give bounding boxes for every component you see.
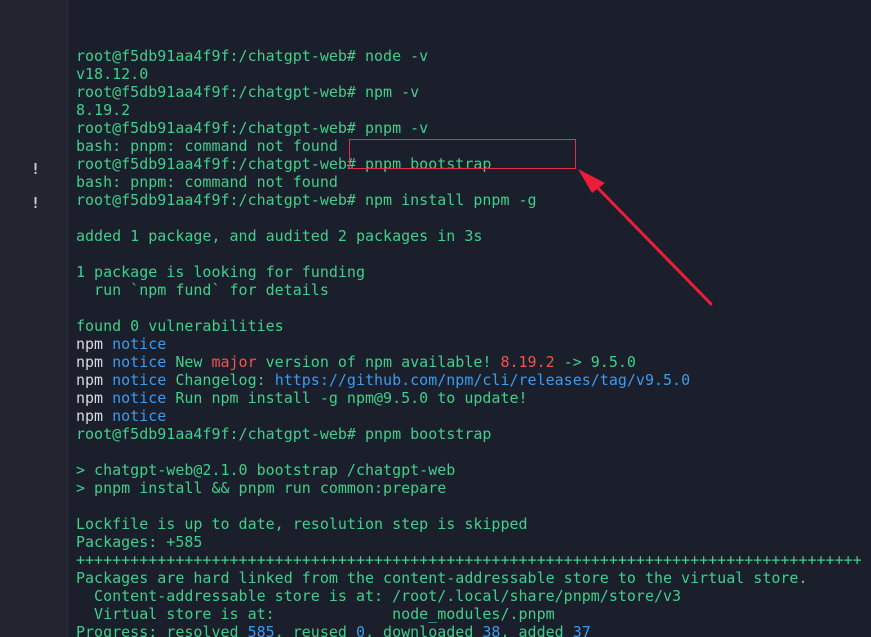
annotation-arrow-icon xyxy=(578,169,713,306)
terminal-window[interactable]: ! ! root@f5db91aa4f9f:/chatgpt-web# node… xyxy=(0,0,871,637)
